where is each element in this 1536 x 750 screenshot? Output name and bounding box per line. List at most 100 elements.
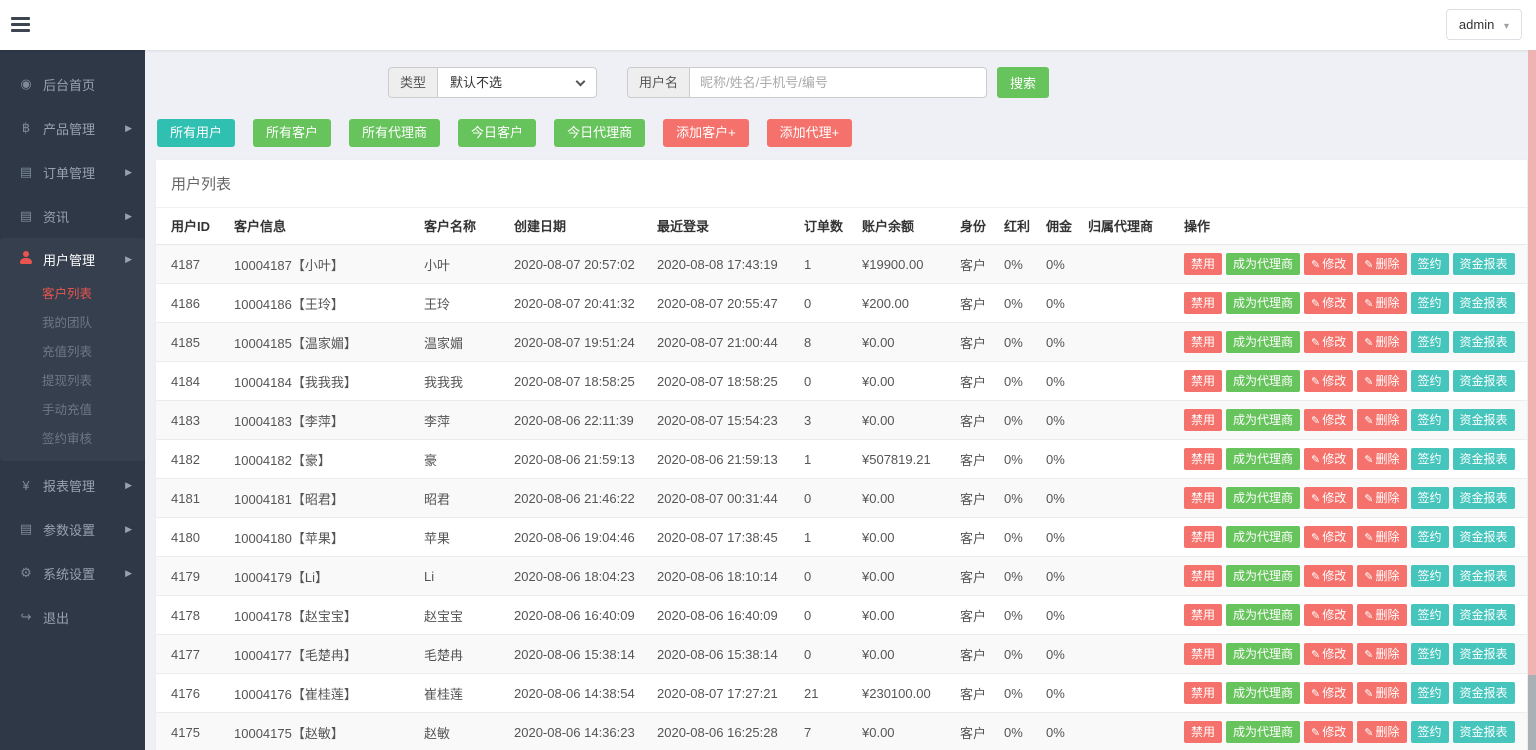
action-5-button[interactable]: 签约 (1410, 292, 1449, 314)
action-3-button[interactable]: ✎ 修改 (1304, 526, 1354, 548)
action-2-button[interactable]: 成为代理商 (1226, 526, 1301, 548)
action-4-button[interactable]: ✎ 删除 (1357, 526, 1407, 548)
filter-button-5[interactable]: 今日代理商 (554, 119, 646, 147)
sidebar-subitem-1[interactable]: 客户列表 (0, 280, 145, 309)
sidebar-subitem-5[interactable]: 手动充值 (0, 396, 145, 425)
action-1-button[interactable]: 禁用 (1184, 331, 1223, 353)
action-5-button[interactable]: 签约 (1410, 331, 1449, 353)
action-5-button[interactable]: 签约 (1410, 604, 1449, 626)
action-6-button[interactable]: 资金报表 (1452, 526, 1515, 548)
sidebar-item-2[interactable]: ฿ 产品管理 ▶ (0, 106, 145, 150)
filter-button-2[interactable]: 所有客户 (253, 119, 332, 147)
action-4-button[interactable]: ✎ 删除 (1357, 682, 1407, 704)
action-5-button[interactable]: 签约 (1410, 682, 1449, 704)
action-3-button[interactable]: ✎ 修改 (1304, 721, 1354, 743)
action-6-button[interactable]: 资金报表 (1452, 409, 1515, 431)
action-2-button[interactable]: 成为代理商 (1226, 604, 1301, 626)
action-6-button[interactable]: 资金报表 (1452, 487, 1515, 509)
username-input[interactable] (689, 67, 988, 98)
sidebar-subitem-2[interactable]: 我的团队 (0, 309, 145, 338)
action-2-button[interactable]: 成为代理商 (1226, 331, 1301, 353)
action-3-button[interactable]: ✎ 修改 (1304, 370, 1354, 392)
action-3-button[interactable]: ✎ 修改 (1304, 643, 1354, 665)
action-2-button[interactable]: 成为代理商 (1226, 370, 1301, 392)
action-1-button[interactable]: 禁用 (1184, 370, 1223, 392)
sidebar-item-1[interactable]: ◉ 后台首页 (0, 62, 145, 106)
action-1-button[interactable]: 禁用 (1184, 565, 1223, 587)
action-2-button[interactable]: 成为代理商 (1226, 448, 1301, 470)
action-1-button[interactable]: 禁用 (1184, 643, 1223, 665)
action-5-button[interactable]: 签约 (1410, 526, 1449, 548)
action-3-button[interactable]: ✎ 修改 (1304, 253, 1354, 275)
menu-icon[interactable] (11, 17, 30, 33)
sidebar-item-3[interactable]: ▤ 订单管理 ▶ (0, 150, 145, 194)
sidebar-subitem-4[interactable]: 提现列表 (0, 367, 145, 396)
type-select[interactable]: 默认不选 (437, 67, 598, 98)
action-5-button[interactable]: 签约 (1410, 565, 1449, 587)
filter-button-4[interactable]: 今日客户 (458, 119, 537, 147)
action-1-button[interactable]: 禁用 (1184, 253, 1223, 275)
action-3-button[interactable]: ✎ 修改 (1304, 604, 1354, 626)
action-6-button[interactable]: 资金报表 (1452, 604, 1515, 626)
action-3-button[interactable]: ✎ 修改 (1304, 448, 1354, 470)
action-4-button[interactable]: ✎ 删除 (1357, 331, 1407, 353)
action-1-button[interactable]: 禁用 (1184, 292, 1223, 314)
action-4-button[interactable]: ✎ 删除 (1357, 409, 1407, 431)
action-2-button[interactable]: 成为代理商 (1226, 721, 1301, 743)
action-4-button[interactable]: ✎ 删除 (1357, 370, 1407, 392)
action-5-button[interactable]: 签约 (1410, 409, 1449, 431)
action-1-button[interactable]: 禁用 (1184, 409, 1223, 431)
action-2-button[interactable]: 成为代理商 (1226, 565, 1301, 587)
action-1-button[interactable]: 禁用 (1184, 682, 1223, 704)
action-6-button[interactable]: 资金报表 (1452, 448, 1515, 470)
filter-button-6[interactable]: 添加客户+ (663, 119, 749, 147)
action-6-button[interactable]: 资金报表 (1452, 643, 1515, 665)
action-5-button[interactable]: 签约 (1410, 370, 1449, 392)
scrollbar-thumb[interactable] (1528, 50, 1536, 675)
action-5-button[interactable]: 签约 (1410, 253, 1449, 275)
sidebar-subitem-6[interactable]: 签约审核 (0, 425, 145, 454)
sidebar-item-6[interactable]: ¥ 报表管理 ▶ (0, 463, 145, 507)
action-2-button[interactable]: 成为代理商 (1226, 253, 1301, 275)
action-6-button[interactable]: 资金报表 (1452, 565, 1515, 587)
action-6-button[interactable]: 资金报表 (1452, 253, 1515, 275)
action-3-button[interactable]: ✎ 修改 (1304, 331, 1354, 353)
action-6-button[interactable]: 资金报表 (1452, 331, 1515, 353)
action-3-button[interactable]: ✎ 修改 (1304, 682, 1354, 704)
action-3-button[interactable]: ✎ 修改 (1304, 292, 1354, 314)
action-5-button[interactable]: 签约 (1410, 643, 1449, 665)
filter-button-7[interactable]: 添加代理+ (766, 119, 853, 147)
search-button[interactable]: 搜索 (997, 67, 1050, 98)
action-4-button[interactable]: ✎ 删除 (1357, 253, 1407, 275)
action-5-button[interactable]: 签约 (1410, 487, 1449, 509)
action-1-button[interactable]: 禁用 (1184, 487, 1223, 509)
action-1-button[interactable]: 禁用 (1184, 448, 1223, 470)
action-1-button[interactable]: 禁用 (1184, 604, 1223, 626)
action-4-button[interactable]: ✎ 删除 (1357, 292, 1407, 314)
sidebar-item-4[interactable]: ▤ 资讯 ▶ (0, 194, 145, 238)
action-4-button[interactable]: ✎ 删除 (1357, 721, 1407, 743)
action-6-button[interactable]: 资金报表 (1452, 721, 1515, 743)
action-4-button[interactable]: ✎ 删除 (1357, 448, 1407, 470)
action-2-button[interactable]: 成为代理商 (1226, 682, 1301, 704)
action-2-button[interactable]: 成为代理商 (1226, 643, 1301, 665)
action-5-button[interactable]: 签约 (1410, 721, 1449, 743)
filter-button-1[interactable]: 所有用户 (157, 119, 236, 147)
action-4-button[interactable]: ✎ 删除 (1357, 643, 1407, 665)
filter-button-3[interactable]: 所有代理商 (349, 119, 441, 147)
scrollbar[interactable] (1528, 50, 1536, 750)
sidebar-item-8[interactable]: ⚙ 系统设置 ▶ (0, 551, 145, 595)
sidebar-subitem-3[interactable]: 充值列表 (0, 338, 145, 367)
action-3-button[interactable]: ✎ 修改 (1304, 565, 1354, 587)
action-5-button[interactable]: 签约 (1410, 448, 1449, 470)
user-menu[interactable]: admin ▾ (1445, 9, 1522, 40)
action-2-button[interactable]: 成为代理商 (1226, 292, 1301, 314)
action-6-button[interactable]: 资金报表 (1452, 682, 1515, 704)
action-4-button[interactable]: ✎ 删除 (1357, 487, 1407, 509)
action-6-button[interactable]: 资金报表 (1452, 370, 1515, 392)
action-2-button[interactable]: 成为代理商 (1226, 487, 1301, 509)
action-4-button[interactable]: ✎ 删除 (1357, 604, 1407, 626)
action-1-button[interactable]: 禁用 (1184, 526, 1223, 548)
action-3-button[interactable]: ✎ 修改 (1304, 487, 1354, 509)
action-4-button[interactable]: ✎ 删除 (1357, 565, 1407, 587)
